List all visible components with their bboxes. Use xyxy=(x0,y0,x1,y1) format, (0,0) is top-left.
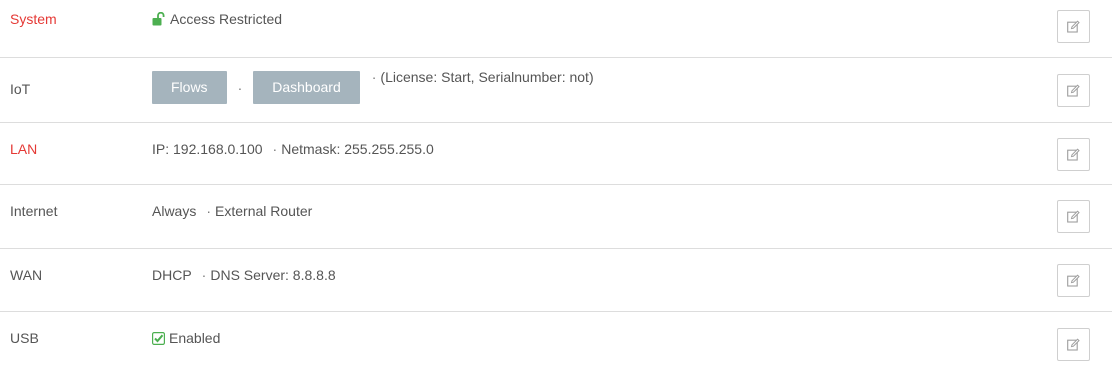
edit-button-wan[interactable] xyxy=(1057,264,1090,297)
edit-icon xyxy=(1067,20,1080,33)
separator-dot: · xyxy=(201,267,207,283)
row-value-lan: IP: 192.168.0.100 · Netmask: 255.255.255… xyxy=(152,141,434,157)
row-value-internet: Always · External Router xyxy=(152,203,312,219)
row-lan: LAN IP: 192.168.0.100 · Netmask: 255.255… xyxy=(0,123,1112,185)
access-status-text: Access Restricted xyxy=(170,11,283,27)
row-system: System Access Restricted xyxy=(0,0,1112,58)
edit-button-internet[interactable] xyxy=(1057,200,1090,233)
row-label-lan: LAN xyxy=(10,141,38,157)
edit-button-lan[interactable] xyxy=(1057,138,1090,171)
separator-dot: · xyxy=(272,141,278,157)
row-value-usb: Enabled xyxy=(152,330,220,346)
edit-icon xyxy=(1067,84,1080,97)
separator-dot: · xyxy=(371,69,377,85)
row-label-internet: Internet xyxy=(10,203,58,219)
separator-dot: · xyxy=(237,80,243,96)
row-usb: USB Enabled xyxy=(0,312,1112,374)
wan-dns-text: DNS Server: 8.8.8.8 xyxy=(210,267,336,283)
separator-dot: · xyxy=(206,203,212,219)
row-wan: WAN DHCP · DNS Server: 8.8.8.8 xyxy=(0,249,1112,312)
row-value-wan: DHCP · DNS Server: 8.8.8.8 xyxy=(152,267,336,283)
row-iot: IoT Flows · Dashboard · (License: Start,… xyxy=(0,58,1112,123)
edit-icon xyxy=(1067,210,1080,223)
edit-icon xyxy=(1067,148,1080,161)
lan-ip-text: IP: 192.168.0.100 xyxy=(152,141,263,157)
row-label-iot: IoT xyxy=(10,81,31,97)
usb-status-text: Enabled xyxy=(169,330,221,346)
edit-button-system[interactable] xyxy=(1057,10,1090,43)
edit-button-usb[interactable] xyxy=(1057,328,1090,361)
unlock-icon xyxy=(152,11,165,26)
row-label-usb: USB xyxy=(10,330,39,346)
flows-button[interactable]: Flows xyxy=(152,71,227,104)
lan-netmask-text: Netmask: 255.255.255.0 xyxy=(281,141,434,157)
checkbox-checked-icon xyxy=(152,332,166,346)
dashboard-button[interactable]: Dashboard xyxy=(253,71,360,104)
settings-table: System Access Restricted IoT Flows · Das… xyxy=(0,0,1112,374)
edit-icon xyxy=(1067,274,1080,287)
internet-mode-text: Always xyxy=(152,203,197,219)
row-value-iot: Flows · Dashboard · (License: Start, Ser… xyxy=(152,69,594,104)
row-internet: Internet Always · External Router xyxy=(0,185,1112,249)
edit-icon xyxy=(1067,338,1080,351)
row-label-system: System xyxy=(10,11,57,27)
license-info-text: (License: Start, Serialnumber: not) xyxy=(380,69,594,85)
wan-mode-text: DHCP xyxy=(152,267,192,283)
edit-button-iot[interactable] xyxy=(1057,74,1090,107)
internet-router-text: External Router xyxy=(215,203,313,219)
row-value-system: Access Restricted xyxy=(152,11,282,27)
row-label-wan: WAN xyxy=(10,267,43,283)
